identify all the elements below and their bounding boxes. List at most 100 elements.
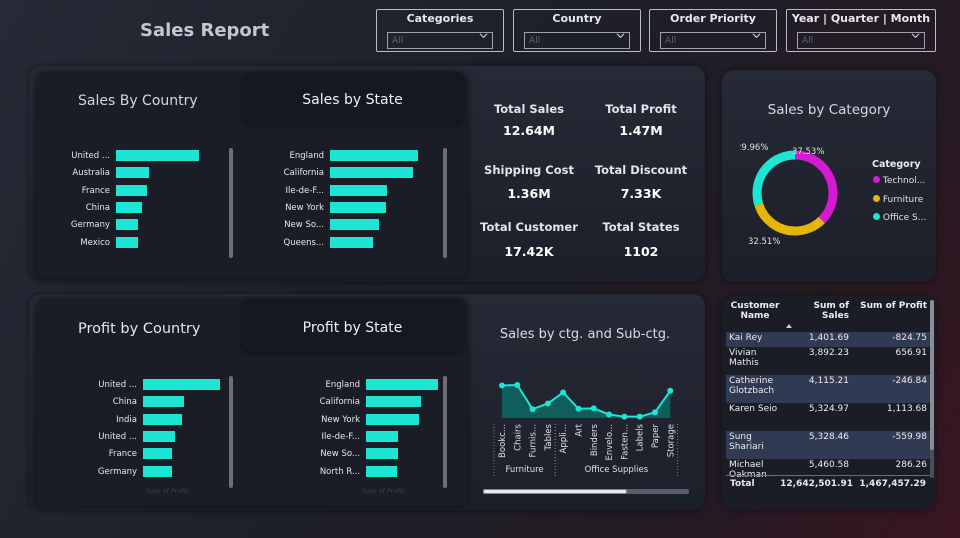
- bar-label: China: [85, 202, 110, 213]
- bar[interactable]: [330, 236, 374, 248]
- slicer-order-priority[interactable]: Order Priority All: [649, 9, 777, 52]
- bar[interactable]: [366, 430, 398, 442]
- bar[interactable]: [330, 184, 388, 196]
- bar[interactable]: [116, 184, 147, 196]
- bar-label: United ...: [98, 380, 137, 390]
- table-row[interactable]: Karen Seio 5,324.97 1,113.68: [726, 403, 930, 431]
- tab-sales-by-country[interactable]: Sales By Country: [78, 93, 198, 109]
- scrollbar-thumb[interactable]: [483, 489, 627, 494]
- column-header-customer-name[interactable]: Customer Name: [726, 300, 792, 332]
- slicer-categories[interactable]: Categories All: [376, 9, 504, 52]
- kpi-label: Total Profit: [605, 102, 677, 116]
- x-tick-label: Envelo...: [605, 424, 615, 461]
- category-donut-chart[interactable]: 37.53% 32.51% 29.96%: [740, 138, 840, 248]
- subcategory-area-chart[interactable]: Bookc... Chairs Furnis... Tables Appli... Art…: [478, 350, 700, 500]
- kpi-label: Shipping Cost: [484, 163, 574, 177]
- legend-item-furniture[interactable]: Furniture: [873, 195, 923, 205]
- scrollbar-thumb[interactable]: [930, 300, 934, 450]
- bar[interactable]: [143, 430, 175, 442]
- bar[interactable]: [366, 448, 398, 460]
- slicer-dropdown[interactable]: All: [797, 32, 925, 49]
- profit-by-country-chart[interactable]: United ... China India United ... France Germ…: [50, 379, 230, 479]
- tab-profit-by-state[interactable]: Profit by State: [242, 301, 463, 353]
- data-point[interactable]: [667, 387, 674, 394]
- bar[interactable]: [116, 150, 199, 161]
- data-point[interactable]: [575, 405, 582, 412]
- table-row[interactable]: Vivian Mathis 3,892.23 656.91: [726, 347, 930, 375]
- slicer-dropdown[interactable]: All: [660, 32, 766, 49]
- data-point[interactable]: [560, 389, 567, 396]
- data-point[interactable]: [652, 409, 658, 416]
- slicer-dropdown[interactable]: All: [524, 32, 630, 49]
- column-header-sum-of-sales[interactable]: Sum of Sales: [784, 300, 852, 332]
- bar[interactable]: [143, 465, 173, 477]
- scrollbar[interactable]: [443, 148, 447, 258]
- bar[interactable]: [366, 379, 438, 390]
- kpi-grid: Total Sales 12.64M Total Profit 1.47M Sh…: [469, 102, 705, 272]
- slicer-dropdown[interactable]: All: [387, 32, 493, 49]
- data-point[interactable]: [544, 400, 551, 407]
- x-tick-label: Storage: [666, 424, 676, 457]
- tab-label: Sales by State: [302, 92, 403, 108]
- sales-by-country-chart[interactable]: United ... Australia France China Germany Mex…: [50, 150, 230, 250]
- data-point[interactable]: [499, 382, 505, 389]
- data-point[interactable]: [514, 382, 521, 388]
- total-profit: 1,467,457.29: [859, 479, 926, 489]
- slicer-country[interactable]: Country All: [513, 9, 641, 52]
- page-title: Sales Report: [140, 20, 270, 41]
- cell-sales: 3,892.23: [808, 348, 849, 358]
- bar[interactable]: [330, 150, 418, 161]
- data-point[interactable]: [606, 411, 613, 418]
- bar[interactable]: [366, 465, 397, 477]
- bar[interactable]: [366, 396, 422, 408]
- x-tick-label: Binders: [590, 423, 600, 456]
- sales-by-state-chart[interactable]: England California Ile-de-F... New York New …: [260, 150, 440, 250]
- bar[interactable]: [330, 219, 380, 231]
- data-point[interactable]: [636, 413, 643, 420]
- slicer-value: All: [665, 36, 677, 46]
- table-scrollbar[interactable]: [930, 300, 934, 478]
- x-tick-label: Bookc...: [498, 424, 508, 458]
- data-point[interactable]: [621, 413, 628, 420]
- donut-label-furniture: 32.51%: [748, 237, 780, 247]
- slicer-date[interactable]: Year | Quarter | Month All: [786, 9, 936, 52]
- legend-item-office-supplies[interactable]: Office S...: [873, 213, 926, 223]
- tab-sales-by-state[interactable]: Sales by State: [242, 74, 463, 126]
- data-point[interactable]: [590, 405, 597, 412]
- x-tick-label: Fasten...: [620, 424, 630, 460]
- bar[interactable]: [143, 396, 184, 408]
- kpi-value: 12.64M: [503, 123, 555, 138]
- bar-label: California: [283, 168, 324, 179]
- bar[interactable]: [116, 236, 138, 248]
- cell-profit: 1,113.68: [886, 404, 927, 414]
- bar[interactable]: [116, 219, 139, 231]
- bar-label: France: [108, 449, 137, 460]
- cell-sales: 4,115.21: [808, 376, 849, 386]
- bar-label: Mexico: [80, 237, 110, 248]
- scrollbar[interactable]: [443, 376, 447, 488]
- scrollbar[interactable]: [229, 376, 233, 488]
- bar[interactable]: [366, 413, 420, 425]
- scrollbar[interactable]: [229, 148, 233, 258]
- horizontal-scrollbar[interactable]: [483, 489, 689, 494]
- table-row[interactable]: Sung Shariari 5,328.46 -559.98: [726, 431, 930, 459]
- cell-profit: -559.98: [892, 432, 927, 442]
- bar[interactable]: [143, 448, 173, 460]
- table-row[interactable]: Catherine Glotzbach 4,115.21 -246.84: [726, 375, 930, 403]
- bar[interactable]: [143, 413, 182, 425]
- slicer-value: All: [392, 36, 404, 46]
- x-tick-label: Labels: [636, 423, 646, 451]
- bar[interactable]: [330, 167, 413, 179]
- legend-item-technology[interactable]: Technol...: [873, 176, 925, 186]
- customer-table[interactable]: Customer Name Sum of Sales Sum of Profit…: [726, 300, 930, 487]
- table-row[interactable]: Kai Rey 1,401.69 -824.75: [726, 332, 930, 347]
- data-point[interactable]: [529, 406, 536, 413]
- profit-by-state-chart[interactable]: England California New York Ile-de-F... New …: [260, 379, 440, 479]
- bar[interactable]: [143, 379, 220, 390]
- column-header-sum-of-profit[interactable]: Sum of Profit: [852, 300, 930, 332]
- tab-profit-by-country[interactable]: Profit by Country: [78, 321, 200, 337]
- bar[interactable]: [116, 201, 142, 213]
- bar[interactable]: [116, 167, 150, 179]
- bar[interactable]: [330, 201, 387, 213]
- bar-label: United ...: [71, 151, 110, 161]
